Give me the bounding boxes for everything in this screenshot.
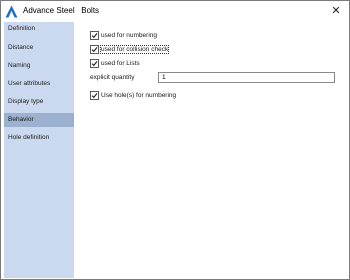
- sidebar-item-label: Hole definition: [8, 134, 50, 141]
- checkbox-checked-icon: [90, 30, 99, 40]
- sidebar-item-behavior[interactable]: Behavior: [4, 113, 74, 127]
- advance-steel-logo-icon: [5, 5, 18, 18]
- sidebar-item-label: Behavior: [8, 116, 34, 123]
- use-holes-for-numbering-checkbox[interactable]: Use hole(s) for numbering: [90, 90, 176, 100]
- close-button[interactable]: ✕: [327, 3, 345, 19]
- checkbox-checked-icon: [90, 58, 99, 68]
- used-for-collision-check-checkbox[interactable]: used for collision check: [90, 44, 170, 54]
- window-title: Advance Steel Bolts: [23, 6, 100, 15]
- sidebar-item-naming[interactable]: Naming: [4, 59, 74, 73]
- checkbox-checked-icon: [90, 44, 99, 54]
- sidebar-item-label: Naming: [8, 62, 31, 69]
- sidebar-item-label: Distance: [8, 44, 34, 51]
- bolts-dialog: Advance Steel Bolts ✕ Definition Distanc…: [0, 0, 350, 280]
- sidebar-item-user-attributes[interactable]: User attributes: [4, 77, 74, 91]
- checkbox-checked-icon: [90, 90, 99, 100]
- explicit-quantity-input[interactable]: [158, 72, 335, 83]
- checkbox-label: used for Lists: [101, 59, 140, 67]
- explicit-quantity-label: explicit quantity: [90, 74, 135, 81]
- sidebar-item-label: User attributes: [8, 80, 51, 87]
- checkbox-label: Use hole(s) for numbering: [101, 91, 177, 99]
- sidebar: Definition Distance Naming User attribut…: [4, 22, 74, 278]
- used-for-numbering-checkbox[interactable]: used for numbering: [90, 30, 157, 40]
- used-for-lists-checkbox[interactable]: used for Lists: [90, 58, 140, 68]
- close-icon: ✕: [331, 5, 341, 17]
- sidebar-item-display-type[interactable]: Display type: [4, 95, 74, 109]
- sidebar-item-hole-definition[interactable]: Hole definition: [4, 131, 74, 145]
- title-bar: Advance Steel Bolts ✕: [1, 1, 349, 22]
- sidebar-item-label: Definition: [8, 25, 36, 32]
- checkbox-label: used for collision check: [99, 44, 170, 54]
- sidebar-item-label: Display type: [8, 98, 44, 105]
- sidebar-item-distance[interactable]: Distance: [4, 41, 74, 55]
- sidebar-item-definition[interactable]: Definition: [4, 22, 74, 36]
- checkbox-label: used for numbering: [101, 31, 158, 39]
